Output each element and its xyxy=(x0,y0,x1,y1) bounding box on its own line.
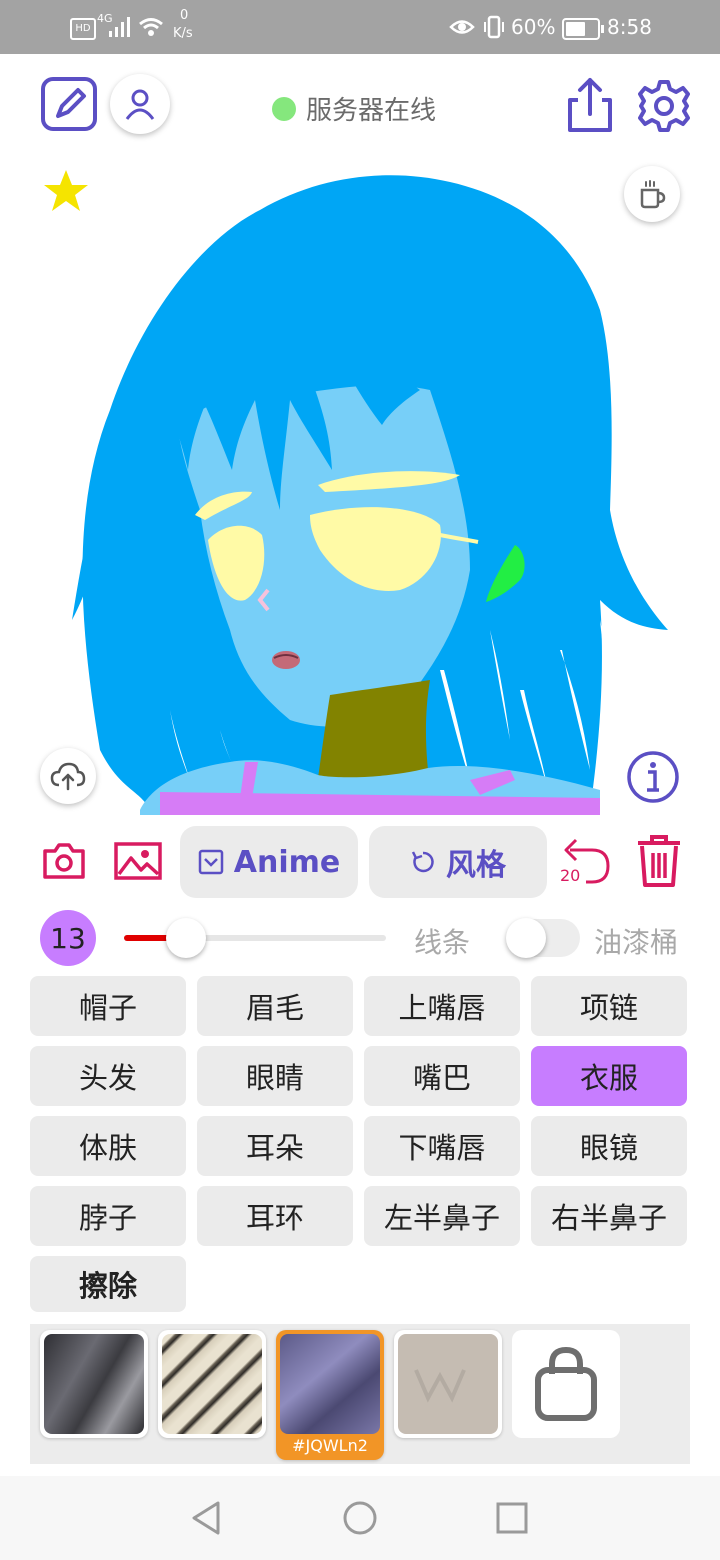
reroll-label: 风格 xyxy=(446,848,506,883)
info-icon[interactable] xyxy=(626,750,680,804)
cloud-upload-icon xyxy=(50,762,86,791)
texture-dark-swirl xyxy=(44,1334,144,1434)
signal-icon xyxy=(109,17,130,37)
home-circle-icon[interactable] xyxy=(342,1500,378,1536)
texture-strip: #JQWLn2 xyxy=(30,1324,690,1464)
texture-selected-label: #JQWLn2 xyxy=(292,1436,368,1455)
camera-icon[interactable] xyxy=(42,842,86,880)
canvas-drawing xyxy=(72,175,668,815)
texture-stripes xyxy=(162,1334,262,1434)
speed-unit: K/s xyxy=(173,26,193,41)
gear-icon xyxy=(638,80,690,132)
eye-icon xyxy=(449,20,475,34)
coffee-cup-icon xyxy=(640,180,666,209)
style-label: Anime xyxy=(233,844,341,880)
server-status-dot xyxy=(272,96,296,121)
settings-button[interactable] xyxy=(636,78,692,134)
part-necklace[interactable]: 项链 xyxy=(531,976,687,1036)
checkbox-icon xyxy=(198,849,224,875)
wifi-icon xyxy=(139,18,163,36)
undo-button[interactable]: 20 xyxy=(558,836,614,888)
trash-icon[interactable] xyxy=(634,834,684,888)
texture-thumb-3-selected[interactable]: #JQWLn2 xyxy=(276,1330,384,1460)
part-right-nose[interactable]: 右半鼻子 xyxy=(531,1186,687,1246)
undo-count: 20 xyxy=(560,866,581,885)
texture-thumb-4[interactable] xyxy=(394,1330,502,1438)
part-neck[interactable]: 脖子 xyxy=(30,1186,186,1246)
recents-square-icon[interactable] xyxy=(496,1502,528,1534)
shopping-bag-icon xyxy=(535,1346,597,1421)
bucket-mode-label: 油漆桶 xyxy=(594,926,679,959)
part-mouth[interactable]: 嘴巴 xyxy=(364,1046,520,1106)
share-icon xyxy=(568,78,612,132)
part-left-nose[interactable]: 左半鼻子 xyxy=(364,1186,520,1246)
drawing-canvas[interactable] xyxy=(0,150,720,815)
server-status-text: 服务器在线 xyxy=(306,96,437,126)
brush-size-slider[interactable] xyxy=(124,916,386,960)
part-clothes[interactable]: 衣服 xyxy=(531,1046,687,1106)
navigation-bar xyxy=(0,1476,720,1560)
edit-button[interactable] xyxy=(40,76,98,132)
line-mode-label: 线条 xyxy=(414,926,471,959)
clock: 8:58 xyxy=(607,15,652,39)
vibrate-icon xyxy=(484,15,504,39)
part-hat[interactable]: 帽子 xyxy=(30,976,186,1036)
part-skin[interactable]: 体肤 xyxy=(30,1116,186,1176)
server-status: 服务器在线 xyxy=(272,90,436,127)
edit-pen-icon xyxy=(41,77,97,131)
coffee-button[interactable] xyxy=(624,166,680,222)
part-lower-lip[interactable]: 下嘴唇 xyxy=(364,1116,520,1176)
gallery-image-icon[interactable] xyxy=(114,842,162,880)
hd-icon: HD xyxy=(70,18,96,40)
style-selector-button[interactable]: Anime xyxy=(180,826,358,898)
upload-cloud-button[interactable] xyxy=(40,748,96,804)
shop-button[interactable] xyxy=(512,1330,620,1438)
bucket-toggle[interactable] xyxy=(506,918,580,958)
battery-icon xyxy=(562,18,604,40)
slider-thumb[interactable] xyxy=(166,918,206,958)
texture-watermark-icon xyxy=(414,1369,466,1403)
part-eyebrows[interactable]: 眉毛 xyxy=(197,976,353,1036)
status-bar: HD 4G 0 K/s 60% 8:58 xyxy=(0,0,720,54)
texture-thumb-2[interactable] xyxy=(158,1330,266,1438)
back-triangle-icon[interactable] xyxy=(190,1500,222,1536)
battery-percent: 60% xyxy=(511,15,556,39)
speed-value: 0 xyxy=(180,8,189,23)
part-eraser[interactable]: 擦除 xyxy=(30,1256,186,1312)
person-icon xyxy=(125,89,155,120)
part-ears[interactable]: 耳朵 xyxy=(197,1116,353,1176)
rotate-icon xyxy=(411,851,434,873)
toggle-knob xyxy=(506,918,546,958)
part-hair[interactable]: 头发 xyxy=(30,1046,186,1106)
style-reroll-button[interactable]: 风格 xyxy=(369,826,547,898)
texture-thumb-1[interactable] xyxy=(40,1330,148,1438)
profile-button[interactable] xyxy=(110,74,170,134)
part-earrings[interactable]: 耳环 xyxy=(197,1186,353,1246)
part-glasses[interactable]: 眼镜 xyxy=(531,1116,687,1176)
brush-size-value: 13 xyxy=(50,921,86,955)
share-button[interactable] xyxy=(564,76,616,134)
part-upper-lip[interactable]: 上嘴唇 xyxy=(364,976,520,1036)
texture-purple xyxy=(280,1334,380,1434)
part-eyes[interactable]: 眼睛 xyxy=(197,1046,353,1106)
favorite-star-icon[interactable] xyxy=(42,168,90,214)
brush-size-badge: 13 xyxy=(40,910,96,966)
